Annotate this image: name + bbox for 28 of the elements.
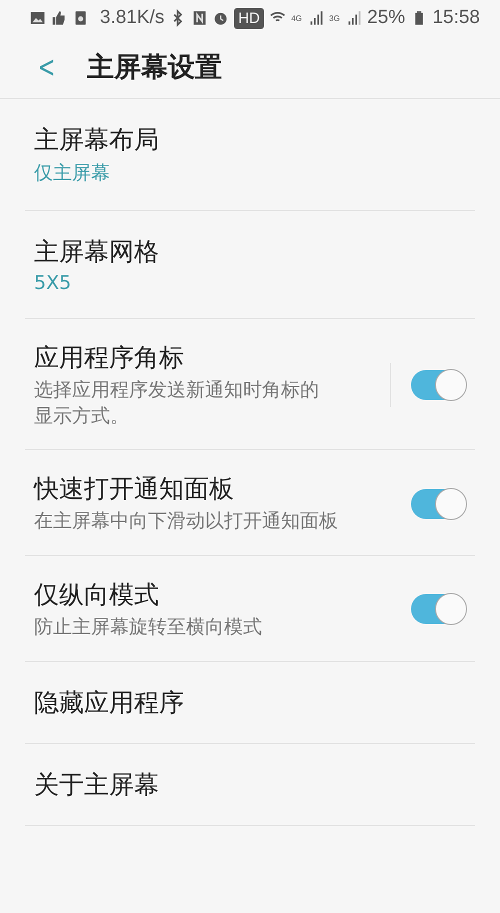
setting-value: 仅主屏幕 xyxy=(34,161,111,186)
setting-description: 在主屏幕中向下滑动以打开通知面板 xyxy=(34,509,339,534)
toggle-switch[interactable] xyxy=(411,370,465,400)
setting-title[interactable]: 快速打开通知面板 xyxy=(34,472,411,506)
app-icon xyxy=(72,9,88,27)
image-icon xyxy=(30,9,46,27)
network-type: 4G xyxy=(291,14,302,22)
signal-icon xyxy=(346,9,362,27)
setting-title[interactable]: 隐藏应用程序 xyxy=(34,686,465,719)
setting-value: 5X5 xyxy=(34,272,72,294)
nfc-icon xyxy=(192,9,207,27)
toggle-switch[interactable] xyxy=(411,488,465,519)
clock: 15:58 xyxy=(432,7,480,29)
setting-description: 防止主屏幕旋转至横向模式 xyxy=(34,614,263,640)
setting-title[interactable]: 关于主屏幕 xyxy=(34,768,465,801)
setting-title[interactable]: 仅纵向模式 xyxy=(34,578,411,611)
setting-title[interactable]: 主屏幕布局 xyxy=(34,123,465,156)
network-type: 3G xyxy=(329,14,340,22)
page-title: 主屏幕设置 xyxy=(87,51,222,85)
thumbs-up-icon xyxy=(51,9,67,27)
battery-percent: 25% xyxy=(367,7,406,29)
setting-title[interactable]: 主屏幕网格 xyxy=(34,235,465,268)
toggle-switch[interactable] xyxy=(411,594,465,624)
setting-description: 选择应用程序发送新通知时角标的显示方式。 xyxy=(34,378,320,429)
setting-title[interactable]: 应用程序角标 xyxy=(34,341,390,374)
network-speed: 3.81K/s xyxy=(100,7,164,29)
signal-icon xyxy=(308,9,324,27)
hd-badge: HD xyxy=(234,8,264,28)
